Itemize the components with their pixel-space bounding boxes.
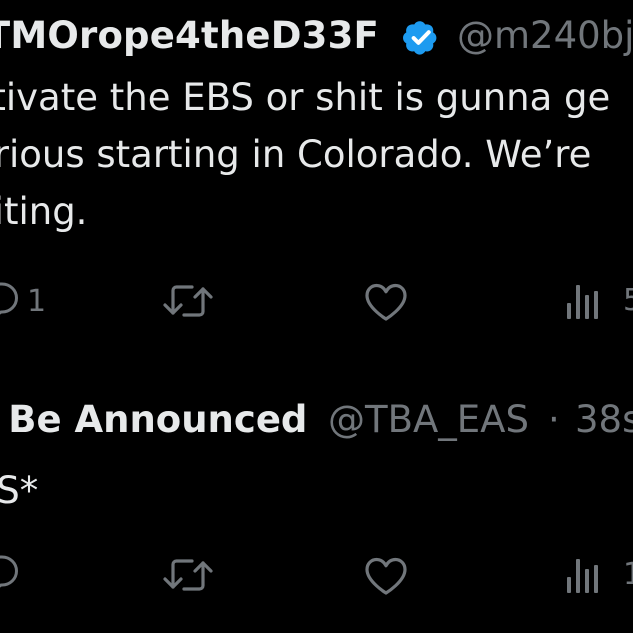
views-button[interactable]: 1 xyxy=(566,555,633,595)
author-handle[interactable]: @TBA_EAS xyxy=(328,398,529,442)
like-icon xyxy=(365,557,407,595)
tweet-text: ctivate the EBS or shit is gunna ge erio… xyxy=(0,69,610,240)
author-display-name[interactable]: lTMOrope4theD33F xyxy=(0,14,379,58)
views-icon xyxy=(567,559,598,593)
repost-button[interactable] xyxy=(162,281,214,321)
views-count: 5 xyxy=(623,283,633,318)
views-count: 1 xyxy=(623,557,633,592)
like-button[interactable] xyxy=(363,556,409,596)
like-button[interactable] xyxy=(363,282,409,322)
tweet-text-line: ctivate the EBS or shit is gunna ge xyxy=(0,76,611,119)
tweet-text: AS* xyxy=(0,462,38,519)
author-handle[interactable]: @m240bj xyxy=(457,14,633,58)
repost-icon xyxy=(163,285,213,317)
tweet-timestamp[interactable]: 38s xyxy=(575,398,633,442)
repost-icon xyxy=(163,559,213,591)
reply-count: 1 xyxy=(27,284,47,319)
meta-separator: · xyxy=(548,398,560,441)
timeline: lTMOrope4theD33F @m240bj ctivate the EBS… xyxy=(0,0,633,633)
verified-badge-icon[interactable] xyxy=(399,15,443,59)
reply-button[interactable]: 1 xyxy=(0,280,48,320)
repost-button[interactable] xyxy=(162,555,214,595)
reply-icon xyxy=(0,282,18,315)
like-icon xyxy=(365,283,407,321)
tweet-text-line: AS* xyxy=(0,469,39,512)
tweet-text-line: aiting. xyxy=(0,190,88,233)
tweet-text-line: erious starting in Colorado. We’re xyxy=(0,133,592,176)
views-button[interactable]: 5 xyxy=(566,281,633,321)
reply-icon xyxy=(0,555,18,588)
author-display-name[interactable]: o Be Announced xyxy=(0,398,307,442)
views-icon xyxy=(567,285,598,319)
tweet[interactable]: o Be Announced @TBA_EAS · 38s AS* xyxy=(0,350,633,633)
tweet[interactable]: lTMOrope4theD33F @m240bj ctivate the EBS… xyxy=(0,0,633,350)
reply-button[interactable] xyxy=(0,553,18,593)
